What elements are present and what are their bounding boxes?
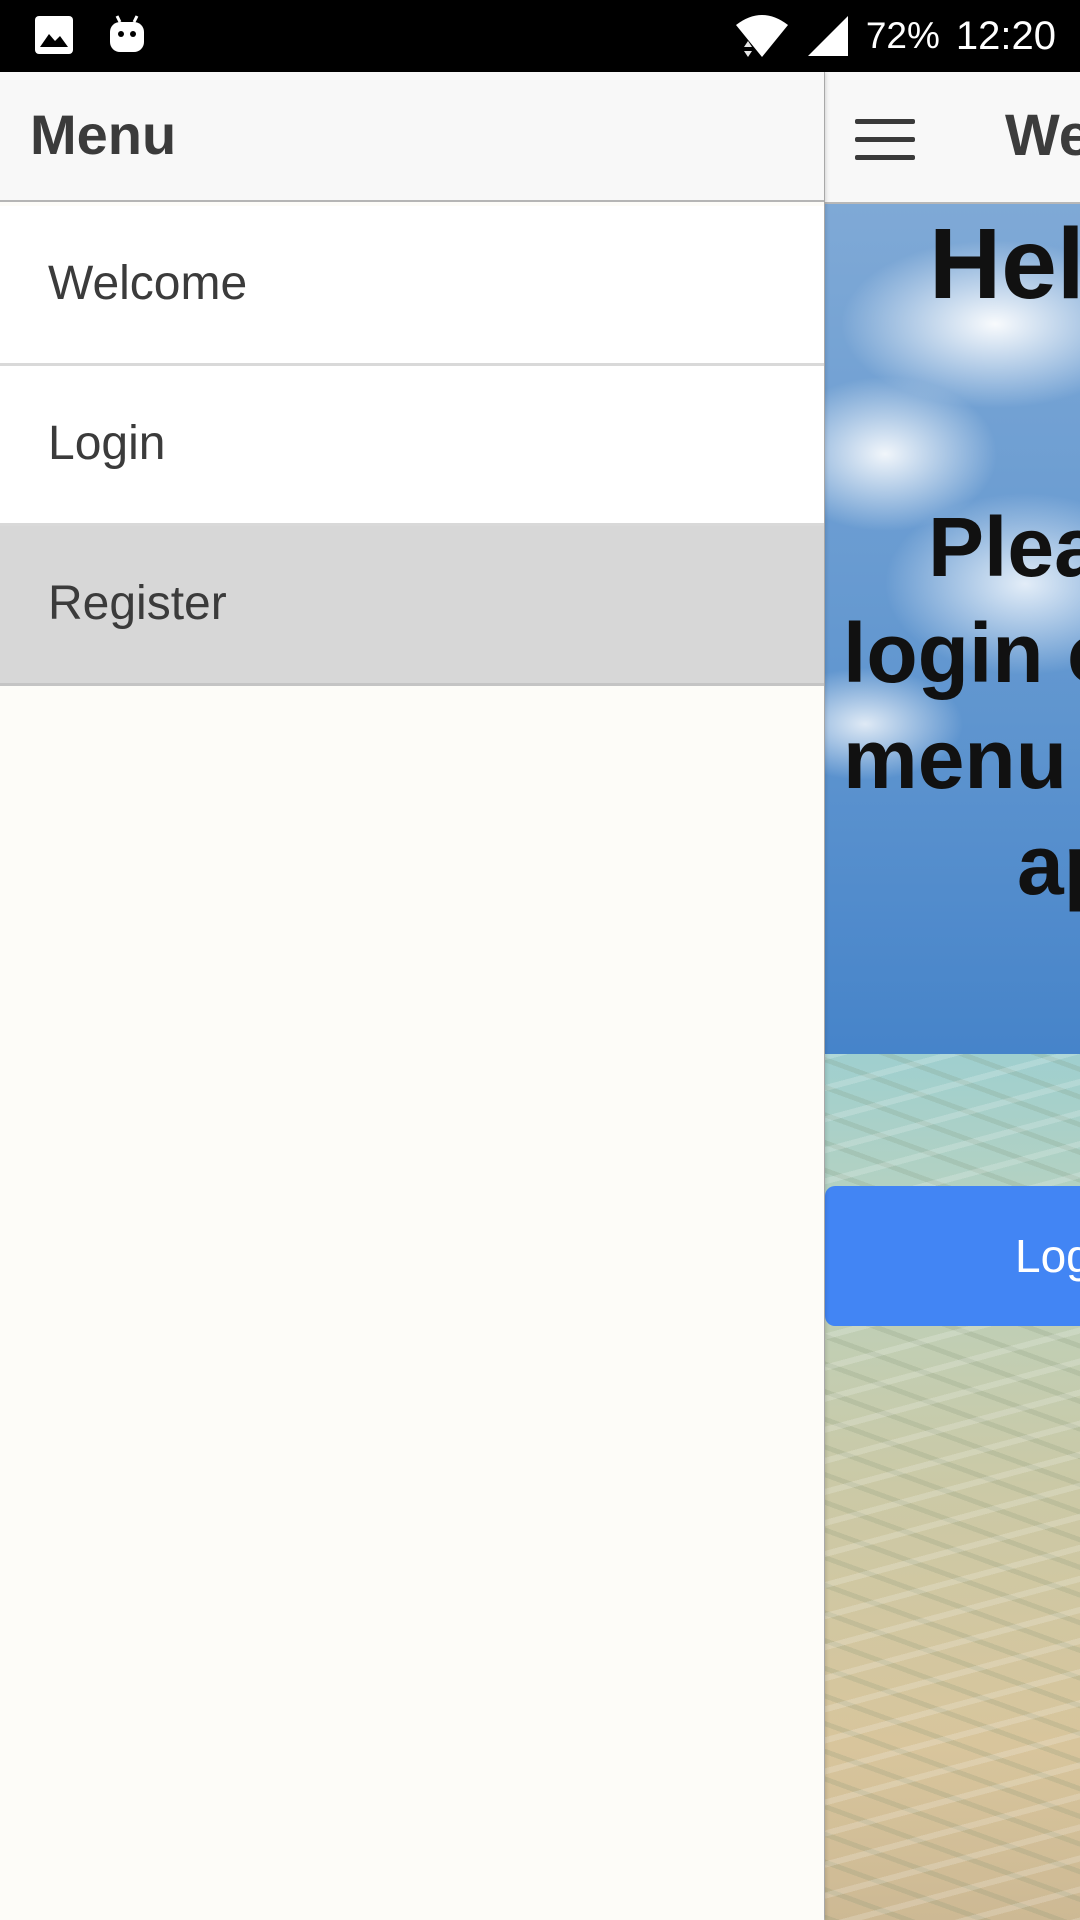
welcome-message: Plea login o menu ap — [843, 494, 1080, 918]
hamburger-menu-icon[interactable] — [855, 119, 915, 160]
menu-item-label: Login — [48, 417, 166, 470]
wifi-icon — [735, 15, 788, 57]
clock: 12:20 — [955, 13, 1056, 58]
drawer-title: Menu — [30, 103, 177, 166]
menu-item-register[interactable]: Register — [0, 526, 824, 686]
cell-signal-icon — [807, 16, 848, 56]
background-image: Hel Plea login o menu ap Log — [825, 204, 1080, 1920]
menu-item-label: Register — [48, 577, 227, 630]
menu-item-label: Welcome — [48, 257, 248, 310]
page-title: We — [1005, 103, 1080, 168]
content-page: We Hel Plea login o menu ap Log — [824, 72, 1080, 1920]
content-header: We — [825, 72, 1080, 204]
menu-item-login[interactable]: Login — [0, 366, 824, 526]
menu-item-welcome[interactable]: Welcome — [0, 206, 824, 366]
status-bar-left — [34, 14, 146, 56]
welcome-heading: Hel — [929, 208, 1080, 320]
drawer-menu-list: Welcome Login Register — [0, 206, 824, 686]
message-line: menu — [843, 712, 1068, 806]
android-icon — [110, 15, 144, 52]
login-button[interactable]: Log — [825, 1186, 1080, 1326]
water-area — [825, 1054, 1080, 1920]
battery-level: 72% — [865, 15, 940, 56]
screen: 72% 12:20 We Hel Plea login o menu ap Lo… — [0, 0, 1080, 1920]
message-line: login o — [843, 606, 1080, 700]
image-icon — [35, 16, 73, 54]
message-line: ap — [1017, 818, 1080, 912]
status-bar-right: 72% 12:20 — [734, 0, 1056, 72]
status-bar: 72% 12:20 — [0, 0, 1080, 72]
message-line: Plea — [928, 500, 1080, 594]
side-drawer: Menu Welcome Login Register — [0, 72, 824, 1920]
drawer-header: Menu — [0, 72, 824, 202]
